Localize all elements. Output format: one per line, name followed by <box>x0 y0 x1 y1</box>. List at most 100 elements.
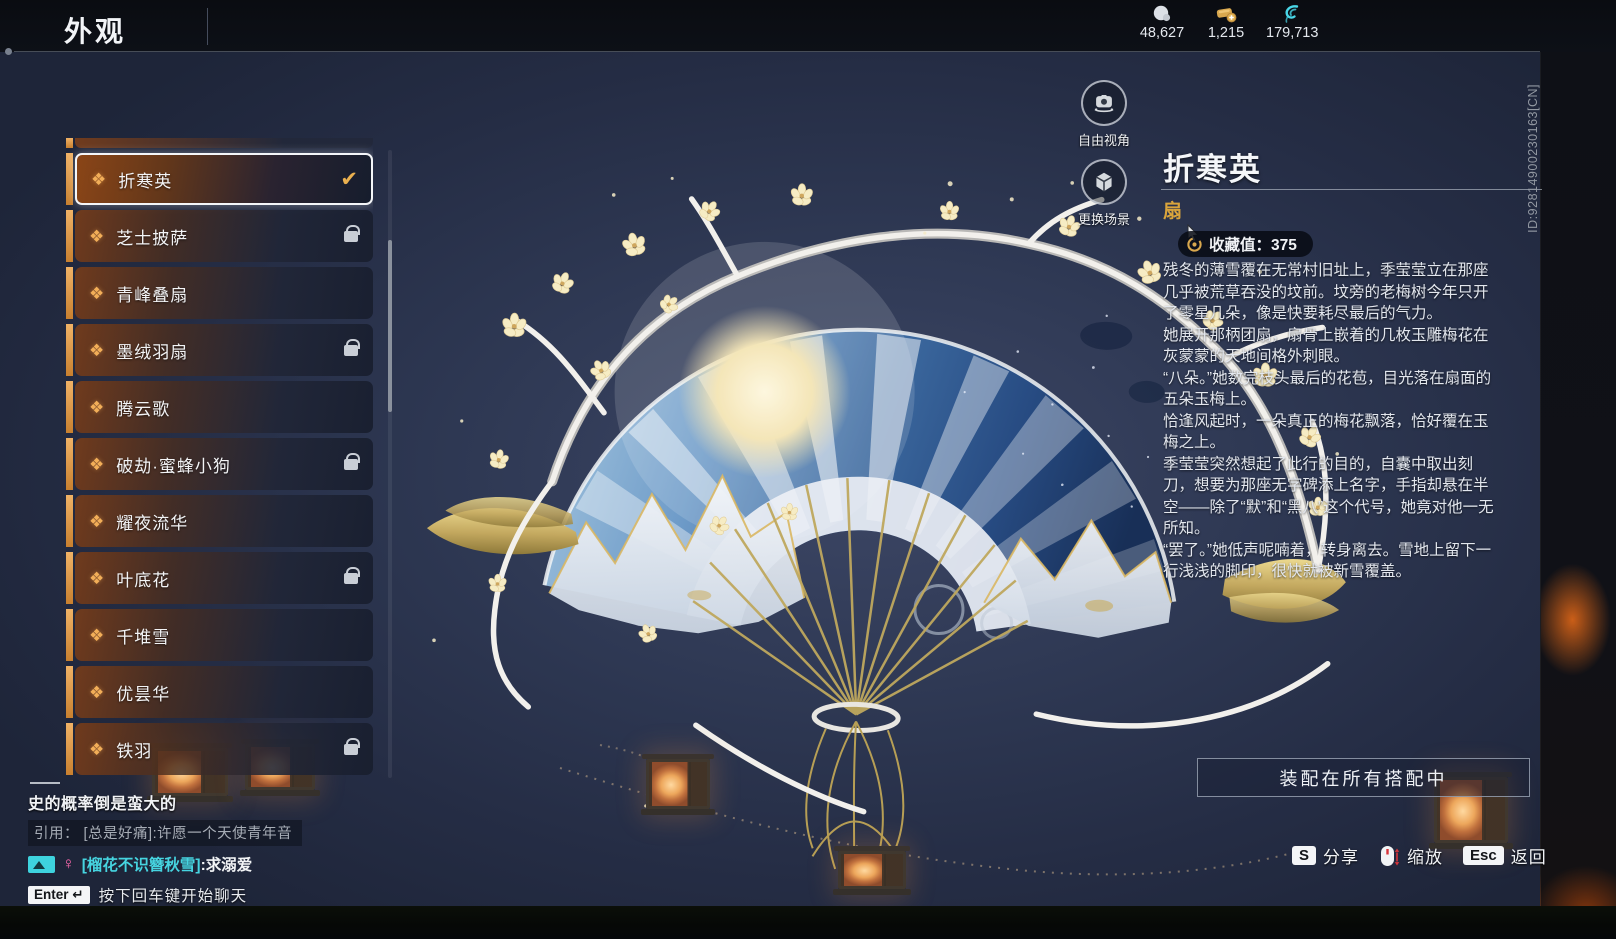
title-divider <box>207 8 208 45</box>
item-accent-bar <box>66 666 73 718</box>
detail-divider <box>1161 189 1542 190</box>
item-label: 折寒英 <box>118 171 173 191</box>
chat-panel: 史的概率倒是蛮大的 引用： [总是好痛]:许愿一个天使青年音 ♀ [榴花不识簪秋… <box>28 782 303 906</box>
item-label: 优昙华 <box>116 684 171 704</box>
currency-value: 48,627 <box>1139 25 1185 41</box>
list-item[interactable]: ❖ 千堆雪 <box>66 609 373 661</box>
list-item[interactable]: ❖ 芝士披萨 <box>66 210 373 262</box>
scene-ground <box>0 906 1616 939</box>
share-button[interactable]: S 分享 <box>1292 843 1359 868</box>
item-star-icon: ❖ <box>89 397 105 417</box>
item-star-icon: ❖ <box>91 169 107 189</box>
item-accent-bar <box>66 552 73 604</box>
free-camera-button[interactable]: 自由视角 <box>1078 80 1130 149</box>
currency-gold[interactable]: 1,215 <box>1202 4 1250 41</box>
player-id-label: ID:92814900230163[CN] <box>1526 84 1540 233</box>
item-title: 折寒英 <box>1163 152 1262 187</box>
item-label: 破劫·蜜蜂小狗 <box>116 456 231 476</box>
list-item[interactable]: ❖ 青峰叠扇 <box>66 267 373 319</box>
item-accent-bar <box>66 438 73 490</box>
list-item[interactable]: ❖ 腾云歌 <box>66 381 373 433</box>
collection-coin-icon <box>1187 236 1202 252</box>
top-bar: 外观 48,627 1,215 179,713 <box>0 0 1616 55</box>
item-star-icon: ❖ <box>89 568 105 588</box>
currency-coins[interactable]: 48,627 <box>1138 4 1186 41</box>
item-label: 墨绒羽扇 <box>116 342 189 362</box>
item-description: 残冬的薄雪覆在无常村旧址上，季莹莹立在那座几乎被荒草吞没的坟前。坟旁的老梅树今年… <box>1163 260 1497 583</box>
back-button[interactable]: Esc 返回 <box>1463 843 1547 868</box>
change-scene-button[interactable]: 更换场景 <box>1078 159 1130 228</box>
collection-value-badge: 收藏值：375 <box>1178 231 1313 257</box>
item-label: 耀夜流华 <box>116 513 189 533</box>
chat-message: 史的概率倒是蛮大的 <box>28 796 177 813</box>
list-item[interactable]: ❖ 墨绒羽扇 <box>66 324 373 376</box>
jade-silk-icon <box>1285 5 1299 23</box>
item-accent-bar <box>66 210 73 262</box>
list-item[interactable]: ❖ 优昙华 <box>66 666 373 718</box>
description-paragraph: 她展开那柄团扇，扇骨上嵌着的几枚玉雕梅花在灰蒙蒙的天地间格外刺眼。 <box>1163 326 1489 366</box>
collection-label: 收藏值： <box>1209 237 1272 254</box>
item-star-icon: ❖ <box>89 682 105 702</box>
currency-value: 179,713 <box>1266 25 1319 41</box>
description-paragraph: “罢了。”她低声呢喃着，转身离去。雪地上留下一行浅浅的脚印，很快就被新雪覆盖。 <box>1163 541 1492 581</box>
chat-message-row: ♀ [榴花不识簪秋雪]:求溺爱 <box>28 853 302 875</box>
list-item[interactable]: ❖ 破劫·蜜蜂小狗 <box>66 438 373 490</box>
moon-coin-icon <box>1153 5 1171 22</box>
item-accent-bar <box>66 153 73 205</box>
currency-jade[interactable]: 179,713 <box>1266 4 1318 41</box>
item-accent-bar <box>66 609 73 661</box>
lantern <box>833 846 911 895</box>
chat-input-hint: 按下回车键开始聊天 <box>98 888 248 905</box>
item-category: 扇 <box>1163 201 1185 222</box>
lock-icon <box>344 566 360 584</box>
separator-dot <box>5 48 12 55</box>
item-star-icon: ❖ <box>89 283 105 303</box>
free-camera-label: 自由视角 <box>1078 133 1131 148</box>
chat-quote: 引用： [总是好痛]:许愿一个天使青年音 <box>28 820 303 846</box>
zoom-label: 缩放 <box>1407 848 1444 867</box>
item-label: 铁羽 <box>116 741 153 761</box>
list-item[interactable]: ❖ 耀夜流华 <box>66 495 373 547</box>
top-bar-separator <box>14 51 1540 52</box>
list-scrollbar-track[interactable] <box>388 150 392 778</box>
change-scene-label: 更换场景 <box>1078 212 1131 227</box>
share-keycap: S <box>1292 846 1317 865</box>
back-keycap: Esc <box>1463 846 1504 865</box>
back-label: 返回 <box>1510 848 1547 867</box>
item-star-icon: ❖ <box>89 625 105 645</box>
chat-input-prompt[interactable]: Enter ↵ 按下回车键开始聊天 <box>28 884 302 906</box>
item-accent-bar <box>66 324 73 376</box>
lantern <box>641 754 715 815</box>
currency-value: 1,215 <box>1207 25 1245 41</box>
description-paragraph: 残冬的薄雪覆在无常村旧址上，季莹莹立在那座几乎被荒草吞没的坟前。坟旁的老梅树今年… <box>1163 262 1489 322</box>
item-label: 千堆雪 <box>116 627 171 647</box>
equipped-check-icon: ✔ <box>340 167 358 191</box>
item-accent-bar <box>66 267 73 319</box>
description-paragraph: “八朵。”她数完枝头最后的花苞，目光落在扇面的五朵玉梅上。 <box>1163 369 1492 409</box>
item-star-icon: ❖ <box>89 340 105 360</box>
item-label: 青峰叠扇 <box>116 285 189 305</box>
chat-channel-badge-icon <box>28 855 55 873</box>
item-star-icon: ❖ <box>89 739 105 759</box>
lock-icon <box>344 224 360 242</box>
enter-keycap: Enter ↵ <box>28 886 90 904</box>
item-star-icon: ❖ <box>89 226 105 246</box>
hotkey-bar: S 分享 缩放 Esc 返回 <box>1292 843 1547 868</box>
item-accent-bar <box>66 723 73 775</box>
zoom-control[interactable]: 缩放 <box>1379 843 1443 868</box>
item-star-icon: ❖ <box>89 511 105 531</box>
item-accent-bar <box>66 495 73 547</box>
list-item[interactable]: ❖ 折寒英 ✔ <box>66 153 373 205</box>
equip-all-outfits-button[interactable]: 装配在所有搭配中 <box>1197 758 1530 797</box>
chat-previous-line <box>30 782 60 784</box>
share-label: 分享 <box>1323 848 1360 867</box>
lock-icon <box>344 452 360 470</box>
item-star-icon: ❖ <box>89 454 105 474</box>
list-item[interactable]: ❖ 叶底花 <box>66 552 373 604</box>
list-scrollbar-thumb[interactable] <box>388 240 392 412</box>
camera-icon <box>1094 95 1114 113</box>
chat-sender-name[interactable]: [榴花不识簪秋雪] <box>82 857 201 874</box>
list-item[interactable]: ❖ 铁羽 <box>66 723 373 775</box>
lock-icon <box>344 737 360 755</box>
list-item-partial[interactable] <box>66 138 373 148</box>
